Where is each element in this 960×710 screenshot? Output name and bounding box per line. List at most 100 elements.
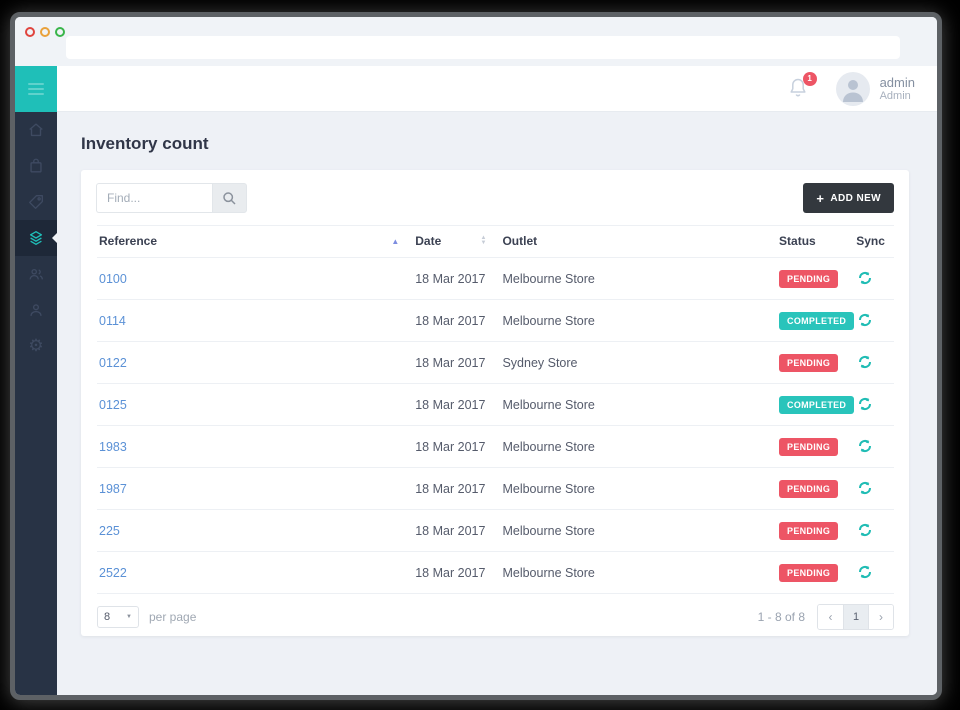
sync-button[interactable] <box>856 563 874 581</box>
reference-header-label: Reference <box>99 234 158 248</box>
reference-link[interactable]: 1987 <box>99 482 127 496</box>
column-header-outlet: Outlet <box>500 225 778 258</box>
table-row: 0100 18 Mar 2017 Melbourne Store PENDING <box>97 257 894 300</box>
column-header-sync: Sync <box>854 225 894 258</box>
app-root: 1 admin Admin ⚙ Inventory count Find... … <box>15 66 937 695</box>
reference-link[interactable]: 1983 <box>99 440 127 454</box>
sidebar-item-inventory-count[interactable] <box>15 220 57 256</box>
sync-button[interactable] <box>856 353 874 371</box>
user-role: Admin <box>879 89 911 102</box>
sync-button[interactable] <box>856 437 874 455</box>
range-text: 1 - 8 of 8 <box>757 610 805 624</box>
reference-link[interactable]: 0125 <box>99 398 127 412</box>
status-badge: COMPLETED <box>779 395 855 414</box>
status-badge: PENDING <box>779 521 839 540</box>
sidebar-item-home[interactable] <box>15 112 57 148</box>
card-toolbar: + ADD NEW <box>81 170 909 213</box>
reference-link[interactable]: 0114 <box>99 314 126 328</box>
sidebar-item-account[interactable] <box>15 292 57 328</box>
outlet-cell: Melbourne Store <box>500 509 778 552</box>
users-icon <box>27 265 45 283</box>
reference-link[interactable]: 0100 <box>99 272 127 286</box>
sync-button[interactable] <box>856 269 874 287</box>
browser-window: 1 admin Admin ⚙ Inventory count Find... … <box>10 12 942 700</box>
maximize-window-button[interactable] <box>55 27 65 37</box>
search-button[interactable] <box>212 183 247 213</box>
outlet-cell: Melbourne Store <box>500 299 778 342</box>
pagination: ‹ 1 › <box>817 604 894 630</box>
next-page-button[interactable]: › <box>868 605 893 629</box>
url-bar[interactable] <box>66 36 900 59</box>
home-icon <box>27 121 45 139</box>
sidebar-item-settings[interactable]: ⚙ <box>15 328 57 364</box>
column-header-status: Status <box>777 225 855 258</box>
inventory-table: Reference ▲ Date ▲ ▼ Outlet Status Sync … <box>97 225 894 594</box>
reference-link[interactable]: 225 <box>99 524 120 538</box>
table-header-row: Reference ▲ Date ▲ ▼ Outlet Status Sync <box>97 225 894 258</box>
status-badge: PENDING <box>779 563 839 582</box>
per-page-control: 8 ▼ per page <box>97 606 196 628</box>
date-cell: 18 Mar 2017 <box>413 551 501 594</box>
status-badge: COMPLETED <box>779 311 855 330</box>
inventory-card: + ADD NEW Reference ▲ <box>81 170 909 636</box>
add-new-label: ADD NEW <box>830 192 881 204</box>
traffic-lights <box>25 27 65 37</box>
reference-link[interactable]: 0122 <box>99 356 127 370</box>
date-cell: 18 Mar 2017 <box>413 467 501 510</box>
sidebar-item-products[interactable] <box>15 148 57 184</box>
per-page-label: per page <box>149 610 197 624</box>
per-page-select[interactable]: 8 ▼ <box>97 606 139 628</box>
date-cell: 18 Mar 2017 <box>413 341 501 384</box>
sort-asc-icon: ▲ <box>391 236 400 246</box>
status-badge: PENDING <box>779 437 839 456</box>
sync-button[interactable] <box>856 521 874 539</box>
user-info: admin Admin <box>880 75 915 103</box>
search-icon <box>222 191 237 206</box>
date-cell: 18 Mar 2017 <box>413 257 501 300</box>
sync-button[interactable] <box>856 395 874 413</box>
reference-link[interactable]: 2522 <box>99 566 127 580</box>
search-input[interactable] <box>96 183 212 213</box>
bag-icon <box>27 157 45 175</box>
outlet-cell: Melbourne Store <box>500 257 778 300</box>
column-header-date[interactable]: Date ▲ ▼ <box>413 225 501 258</box>
search-group <box>96 183 247 213</box>
table-row: 1987 18 Mar 2017 Melbourne Store PENDING <box>97 467 894 510</box>
table-row: 225 18 Mar 2017 Melbourne Store PENDING <box>97 509 894 552</box>
date-cell: 18 Mar 2017 <box>413 383 501 426</box>
outlet-cell: Sydney Store <box>500 341 778 384</box>
tag-icon <box>27 193 45 211</box>
status-badge: PENDING <box>779 269 839 288</box>
main-content: Inventory count Find... + ADD NEW Refere… <box>57 112 937 695</box>
layers-icon <box>27 229 45 247</box>
add-new-button[interactable]: + ADD NEW <box>803 183 894 213</box>
user-icon <box>27 301 45 319</box>
menu-toggle-button[interactable] <box>15 66 57 112</box>
outlet-cell: Melbourne Store <box>500 383 778 426</box>
prev-page-button[interactable]: ‹ <box>818 605 843 629</box>
app-topbar: 1 admin Admin <box>57 66 937 112</box>
table-row: 0125 18 Mar 2017 Melbourne Store COMPLET… <box>97 383 894 426</box>
date-cell: 18 Mar 2017 <box>413 299 501 342</box>
column-header-reference[interactable]: Reference ▲ <box>97 225 414 258</box>
notifications-button[interactable]: 1 <box>788 71 817 101</box>
table-footer: 8 ▼ per page 1 - 8 of 8 ‹ 1 › <box>97 604 894 630</box>
user-menu[interactable]: admin Admin <box>835 71 915 106</box>
sidebar: ⚙ <box>15 112 57 695</box>
browser-titlebar <box>15 17 937 66</box>
table-row: 1983 18 Mar 2017 Melbourne Store PENDING <box>97 425 894 468</box>
date-header-label: Date <box>415 234 442 248</box>
outlet-cell: Melbourne Store <box>500 425 778 468</box>
sync-button[interactable] <box>856 479 874 497</box>
sync-button[interactable] <box>856 311 874 329</box>
outlet-cell: Melbourne Store <box>500 467 778 510</box>
minimize-window-button[interactable] <box>40 27 50 37</box>
sidebar-item-customers[interactable] <box>15 256 57 292</box>
menu-icon <box>28 83 44 98</box>
avatar <box>835 71 870 106</box>
page-button-1[interactable]: 1 <box>843 605 868 629</box>
sidebar-item-tags[interactable] <box>15 184 57 220</box>
close-window-button[interactable] <box>25 27 35 37</box>
status-badge: PENDING <box>779 353 839 372</box>
per-page-value: 8 <box>104 611 111 623</box>
